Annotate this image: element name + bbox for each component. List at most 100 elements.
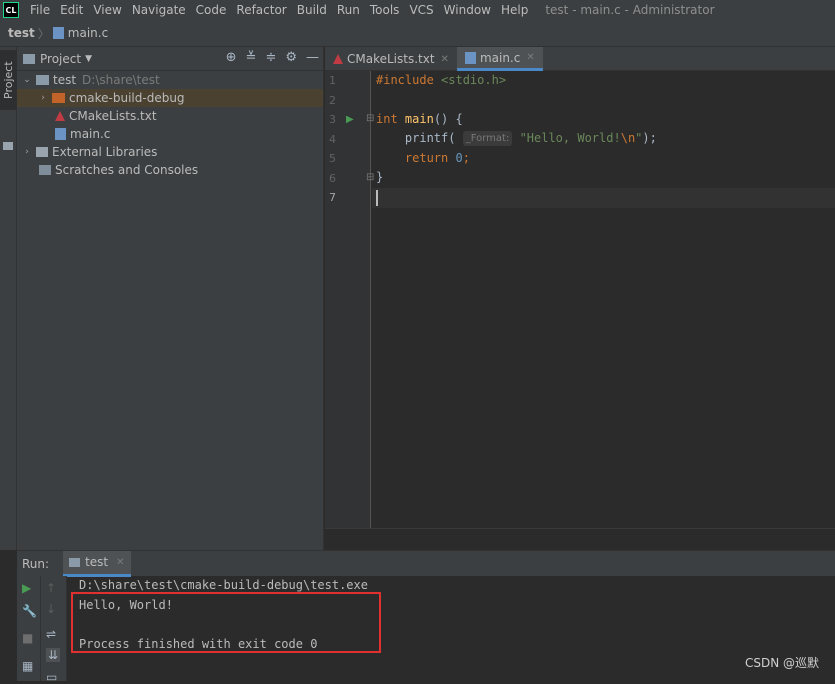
terminal-icon bbox=[69, 558, 80, 567]
code-line-6: } bbox=[376, 168, 383, 187]
project-view-selector[interactable]: Project bbox=[40, 52, 81, 66]
menu-run[interactable]: Run bbox=[332, 3, 365, 17]
tree-item-label: CMakeLists.txt bbox=[69, 109, 157, 123]
menu-window[interactable]: Window bbox=[439, 3, 496, 17]
tab-cmakelists[interactable]: CMakeLists.txt ✕ bbox=[325, 47, 457, 71]
code-line-5: return 0; bbox=[376, 149, 470, 168]
hide-icon[interactable]: — bbox=[306, 50, 319, 65]
line-number: 4 bbox=[329, 133, 341, 146]
layout-icon[interactable]: ▦ bbox=[22, 659, 33, 673]
run-tab-test[interactable]: test ✕ bbox=[63, 551, 130, 577]
menu-refactor[interactable]: Refactor bbox=[231, 3, 291, 17]
menu-bar: CL File Edit View Navigate Code Refactor… bbox=[0, 0, 835, 20]
menu-code[interactable]: Code bbox=[191, 3, 232, 17]
breadcrumb-separator-icon: 〉 bbox=[38, 25, 50, 42]
tree-item-test[interactable]: ⌄ test D:\share\test bbox=[17, 71, 323, 89]
run-panel: Run: test ✕ ▶ 🔧 ■ ▦ ↑ ↓ ⇌ ⇊ ▭ D:\share\t… bbox=[17, 550, 835, 681]
print-icon[interactable]: ▭ bbox=[46, 670, 57, 684]
cmake-icon bbox=[55, 111, 65, 121]
editor-tabs: CMakeLists.txt ✕ main.c ✕ bbox=[325, 47, 835, 71]
chevron-down-icon[interactable]: ▼ bbox=[85, 54, 92, 64]
line-number: 1 bbox=[329, 74, 341, 87]
run-label: Run: bbox=[22, 557, 49, 571]
wrench-icon[interactable]: 🔧 bbox=[22, 604, 37, 618]
locate-icon[interactable]: ⊕ bbox=[226, 50, 237, 65]
code-line-3: int main() { bbox=[376, 110, 463, 129]
project-tool-tab[interactable]: Project bbox=[0, 50, 17, 110]
c-file-icon bbox=[55, 128, 66, 140]
menu-help[interactable]: Help bbox=[496, 3, 533, 17]
collapse-all-icon[interactable]: ≑ bbox=[265, 50, 276, 65]
code-editor[interactable]: #include <stdio.h> int main() { printf( … bbox=[372, 71, 835, 528]
code-token: () { bbox=[434, 112, 463, 126]
line-number: 7 bbox=[329, 191, 341, 204]
close-icon[interactable]: ✕ bbox=[526, 52, 534, 63]
code-token: #include bbox=[376, 73, 434, 87]
parameter-hint: _Format: bbox=[463, 131, 513, 146]
run-gutter-icon[interactable]: ▶ bbox=[346, 114, 354, 125]
line-number: 6 bbox=[329, 172, 341, 185]
tree-item-label: test bbox=[53, 73, 76, 87]
menu-navigate[interactable]: Navigate bbox=[127, 3, 191, 17]
line-gutter[interactable]: 1 2 3 ▶ ⊟ 4 5 6 ⊟ 7 bbox=[325, 71, 371, 528]
editor-bottom-bar bbox=[325, 528, 835, 550]
tree-item-label: Scratches and Consoles bbox=[55, 163, 198, 177]
breadcrumb: test 〉 main.c bbox=[0, 20, 835, 47]
tree-item-cmake-build-debug[interactable]: › cmake-build-debug bbox=[17, 89, 323, 107]
code-token: } bbox=[376, 170, 383, 184]
window-title: test - main.c - Administrator bbox=[545, 3, 714, 17]
menu-build[interactable]: Build bbox=[292, 3, 332, 17]
tab-label: CMakeLists.txt bbox=[347, 52, 435, 66]
tree-item-scratches[interactable]: Scratches and Consoles bbox=[17, 161, 323, 179]
tree-item-label: External Libraries bbox=[52, 145, 157, 159]
code-token: ; bbox=[463, 151, 470, 165]
tree-item-main-c[interactable]: main.c bbox=[17, 125, 323, 143]
console-output[interactable]: D:\share\test\cmake-build-debug\test.exe… bbox=[68, 576, 835, 681]
run-toolbar-secondary: ↑ ↓ ⇌ ⇊ ▭ bbox=[41, 576, 67, 681]
soft-wrap-icon[interactable]: ⇌ bbox=[46, 627, 56, 641]
editor-area: CMakeLists.txt ✕ main.c ✕ 1 2 3 ▶ ⊟ 4 5 … bbox=[325, 47, 835, 550]
code-line-4: printf( _Format: "Hello, World!\n"); bbox=[376, 129, 657, 148]
run-toolbar-primary: ▶ 🔧 ■ ▦ bbox=[17, 576, 41, 681]
close-icon[interactable]: ✕ bbox=[441, 54, 449, 65]
scroll-to-end-icon[interactable]: ⇊ bbox=[46, 648, 60, 662]
menu-view[interactable]: View bbox=[88, 3, 126, 17]
code-token: printf( bbox=[376, 131, 455, 145]
menu-edit[interactable]: Edit bbox=[55, 3, 88, 17]
arrow-down-icon[interactable]: ↓ bbox=[46, 602, 56, 616]
code-token: "Hello, World! bbox=[520, 131, 621, 145]
chevron-right-icon[interactable]: › bbox=[21, 147, 33, 157]
chevron-right-icon[interactable]: › bbox=[37, 93, 49, 103]
chevron-down-icon[interactable]: ⌄ bbox=[21, 75, 33, 85]
close-icon[interactable]: ✕ bbox=[116, 557, 124, 568]
tree-item-cmakelists[interactable]: CMakeLists.txt bbox=[17, 107, 323, 125]
breadcrumb-project[interactable]: test bbox=[8, 26, 35, 40]
excluded-folder-icon bbox=[52, 93, 65, 103]
folder-icon bbox=[23, 54, 35, 64]
menu-tools[interactable]: Tools bbox=[365, 3, 405, 17]
menu-vcs[interactable]: VCS bbox=[404, 3, 438, 17]
arrow-up-icon[interactable]: ↑ bbox=[46, 581, 56, 595]
left-tool-strip: Project bbox=[0, 47, 17, 550]
run-panel-header: Run: test ✕ bbox=[17, 550, 835, 576]
tab-main-c[interactable]: main.c ✕ bbox=[457, 47, 543, 71]
text-caret bbox=[376, 190, 378, 206]
menu-file[interactable]: File bbox=[25, 3, 55, 17]
project-panel-header: Project ▼ ⊕ ≚ ≑ ⚙ — bbox=[17, 47, 323, 71]
watermark: CSDN @巡默 bbox=[745, 654, 819, 671]
rerun-icon[interactable]: ▶ bbox=[22, 581, 31, 595]
c-file-icon bbox=[465, 52, 476, 64]
project-panel: Project ▼ ⊕ ≚ ≑ ⚙ — ⌄ test D:\share\test… bbox=[17, 47, 324, 550]
tree-item-external-libraries[interactable]: › External Libraries bbox=[17, 143, 323, 161]
tree-item-path: D:\share\test bbox=[82, 73, 160, 87]
breadcrumb-file[interactable]: main.c bbox=[68, 26, 108, 40]
folder-icon bbox=[36, 75, 49, 85]
gear-icon[interactable]: ⚙ bbox=[285, 50, 297, 65]
expand-all-icon[interactable]: ≚ bbox=[246, 50, 257, 65]
clion-logo-icon: CL bbox=[3, 2, 19, 18]
code-token: ); bbox=[642, 131, 656, 145]
library-icon bbox=[36, 147, 48, 157]
code-token: return bbox=[376, 151, 448, 165]
stop-icon[interactable]: ■ bbox=[22, 631, 33, 645]
code-token: <stdio.h> bbox=[434, 73, 506, 87]
